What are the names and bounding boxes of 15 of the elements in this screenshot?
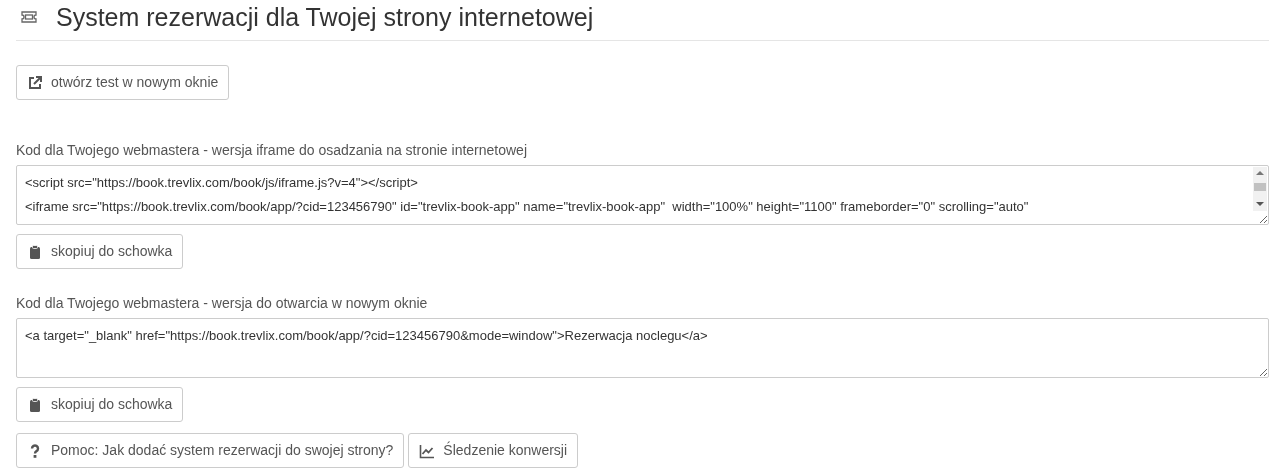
- page-title: System rezerwacji dla Twojej strony internetowej: [56, 2, 594, 32]
- clipboard-icon: [27, 243, 43, 260]
- external-link-icon: [27, 74, 43, 91]
- conversion-tracking-button[interactable]: Śledzenie konwersji: [408, 433, 579, 468]
- copy-button[interactable]: skopiuj do schowka: [16, 387, 184, 422]
- code-field[interactable]: <a target="_blank" href="https://book.trevlix.com/book/app/?cid=123456790&mode=window">Rezerwacja noclegu</a>: [16, 318, 1269, 378]
- clipboard-icon: [27, 396, 43, 413]
- section-label: Kod dla Twojego webmastera - wersja iframe do osadzania na stronie internetowej: [16, 141, 529, 160]
- copy-button[interactable]: skopiuj do schowka: [16, 234, 184, 269]
- scrollbar[interactable]: [1253, 167, 1267, 211]
- code-field[interactable]: <script src="https://book.trevlix.com/book/js/iframe.js?v=4"></script> <iframe src="https://book.trevlix.com/book/app/?cid=123456790" id="trevlix-book-app" name="trevlix-book-app" width="100%" height="1100" frameborder="0" scrolling="auto": [16, 165, 1269, 225]
- help-button[interactable]: Pomoc: Jak dodać system rezerwacji do swojej strony?: [16, 433, 405, 468]
- section-label: Kod dla Twojego webmastera - wersja do otwarcia w nowym oknie: [16, 294, 429, 313]
- line-chart-icon: [419, 442, 436, 459]
- open-test-button[interactable]: otwórz test w nowym oknie: [16, 65, 230, 100]
